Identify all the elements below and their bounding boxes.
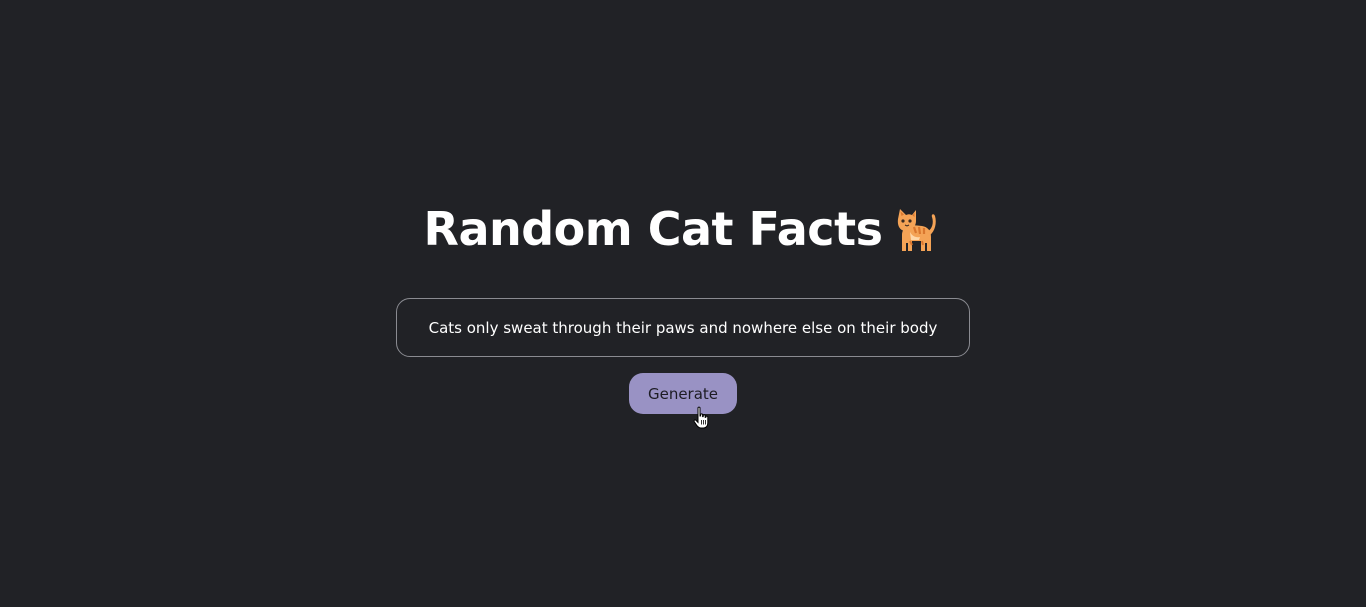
fact-text: Cats only sweat through their paws and n… [428, 318, 938, 337]
generate-button[interactable]: Generate [629, 373, 737, 414]
page-title: Random Cat Facts [423, 202, 883, 256]
header: Random Cat Facts [0, 196, 1366, 262]
hand-pointer-icon [693, 406, 709, 432]
cat-icon [892, 205, 942, 255]
app-root: Random Cat Facts Cats only sweat through… [0, 0, 1366, 607]
fact-display: Cats only sweat through their paws and n… [396, 298, 970, 357]
